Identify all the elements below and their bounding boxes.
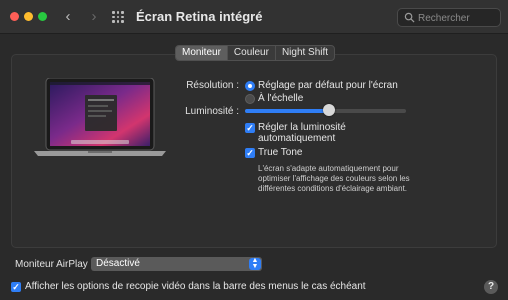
help-button[interactable]: ? bbox=[484, 280, 498, 294]
window-title: Écran Retina intégré bbox=[136, 9, 263, 24]
airplay-label: Moniteur AirPlay : bbox=[15, 259, 94, 270]
close-window-button[interactable] bbox=[10, 12, 19, 21]
airplay-select[interactable]: Désactivé ▲ ▼ bbox=[91, 257, 262, 271]
resolution-default-radio[interactable] bbox=[245, 81, 255, 91]
auto-brightness-checkbox[interactable]: ✓ bbox=[245, 123, 255, 133]
search-icon bbox=[404, 12, 415, 23]
resolution-scaled-radio[interactable] bbox=[245, 94, 255, 104]
title-bar: ‹ › Écran Retina intégré bbox=[0, 0, 508, 34]
tab-night-shift[interactable]: Night Shift bbox=[274, 46, 334, 60]
resolution-default-label[interactable]: Réglage par défaut pour l'écran bbox=[258, 80, 398, 91]
tab-moniteur[interactable]: Moniteur bbox=[176, 46, 227, 60]
resolution-label: Résolution : bbox=[186, 80, 239, 91]
updown-chevron-icon: ▲ ▼ bbox=[249, 257, 261, 270]
back-chevron-icon[interactable]: ‹ bbox=[60, 8, 76, 26]
forward-chevron-icon[interactable]: › bbox=[86, 8, 102, 26]
airplay-select-value: Désactivé bbox=[96, 258, 140, 269]
zoom-window-button[interactable] bbox=[38, 12, 47, 21]
brightness-slider-fill bbox=[245, 109, 329, 113]
search-field[interactable] bbox=[397, 8, 501, 27]
macbook-display-image bbox=[34, 78, 166, 156]
show-all-grid-icon[interactable] bbox=[112, 11, 124, 23]
mirroring-options-checkbox[interactable]: ✓ bbox=[11, 282, 21, 292]
search-input[interactable] bbox=[418, 11, 498, 25]
true-tone-checkbox[interactable]: ✓ bbox=[245, 148, 255, 158]
auto-brightness-label-line1[interactable]: Régler la luminosité bbox=[258, 122, 346, 133]
tab-couleur[interactable]: Couleur bbox=[226, 46, 275, 60]
auto-brightness-label-line2[interactable]: automatiquement bbox=[258, 133, 335, 144]
true-tone-description: L'écran s'adapte automatiquement pour op… bbox=[258, 164, 410, 193]
minimize-window-button[interactable] bbox=[24, 12, 33, 21]
tab-bar: Moniteur Couleur Night Shift bbox=[175, 45, 336, 61]
brightness-label: Luminosité : bbox=[185, 106, 239, 117]
mirroring-options-label[interactable]: Afficher les options de recopie vidéo da… bbox=[25, 281, 366, 292]
resolution-scaled-label[interactable]: À l'échelle bbox=[258, 93, 303, 104]
brightness-slider-knob[interactable] bbox=[322, 104, 335, 116]
true-tone-label[interactable]: True Tone bbox=[258, 147, 302, 158]
